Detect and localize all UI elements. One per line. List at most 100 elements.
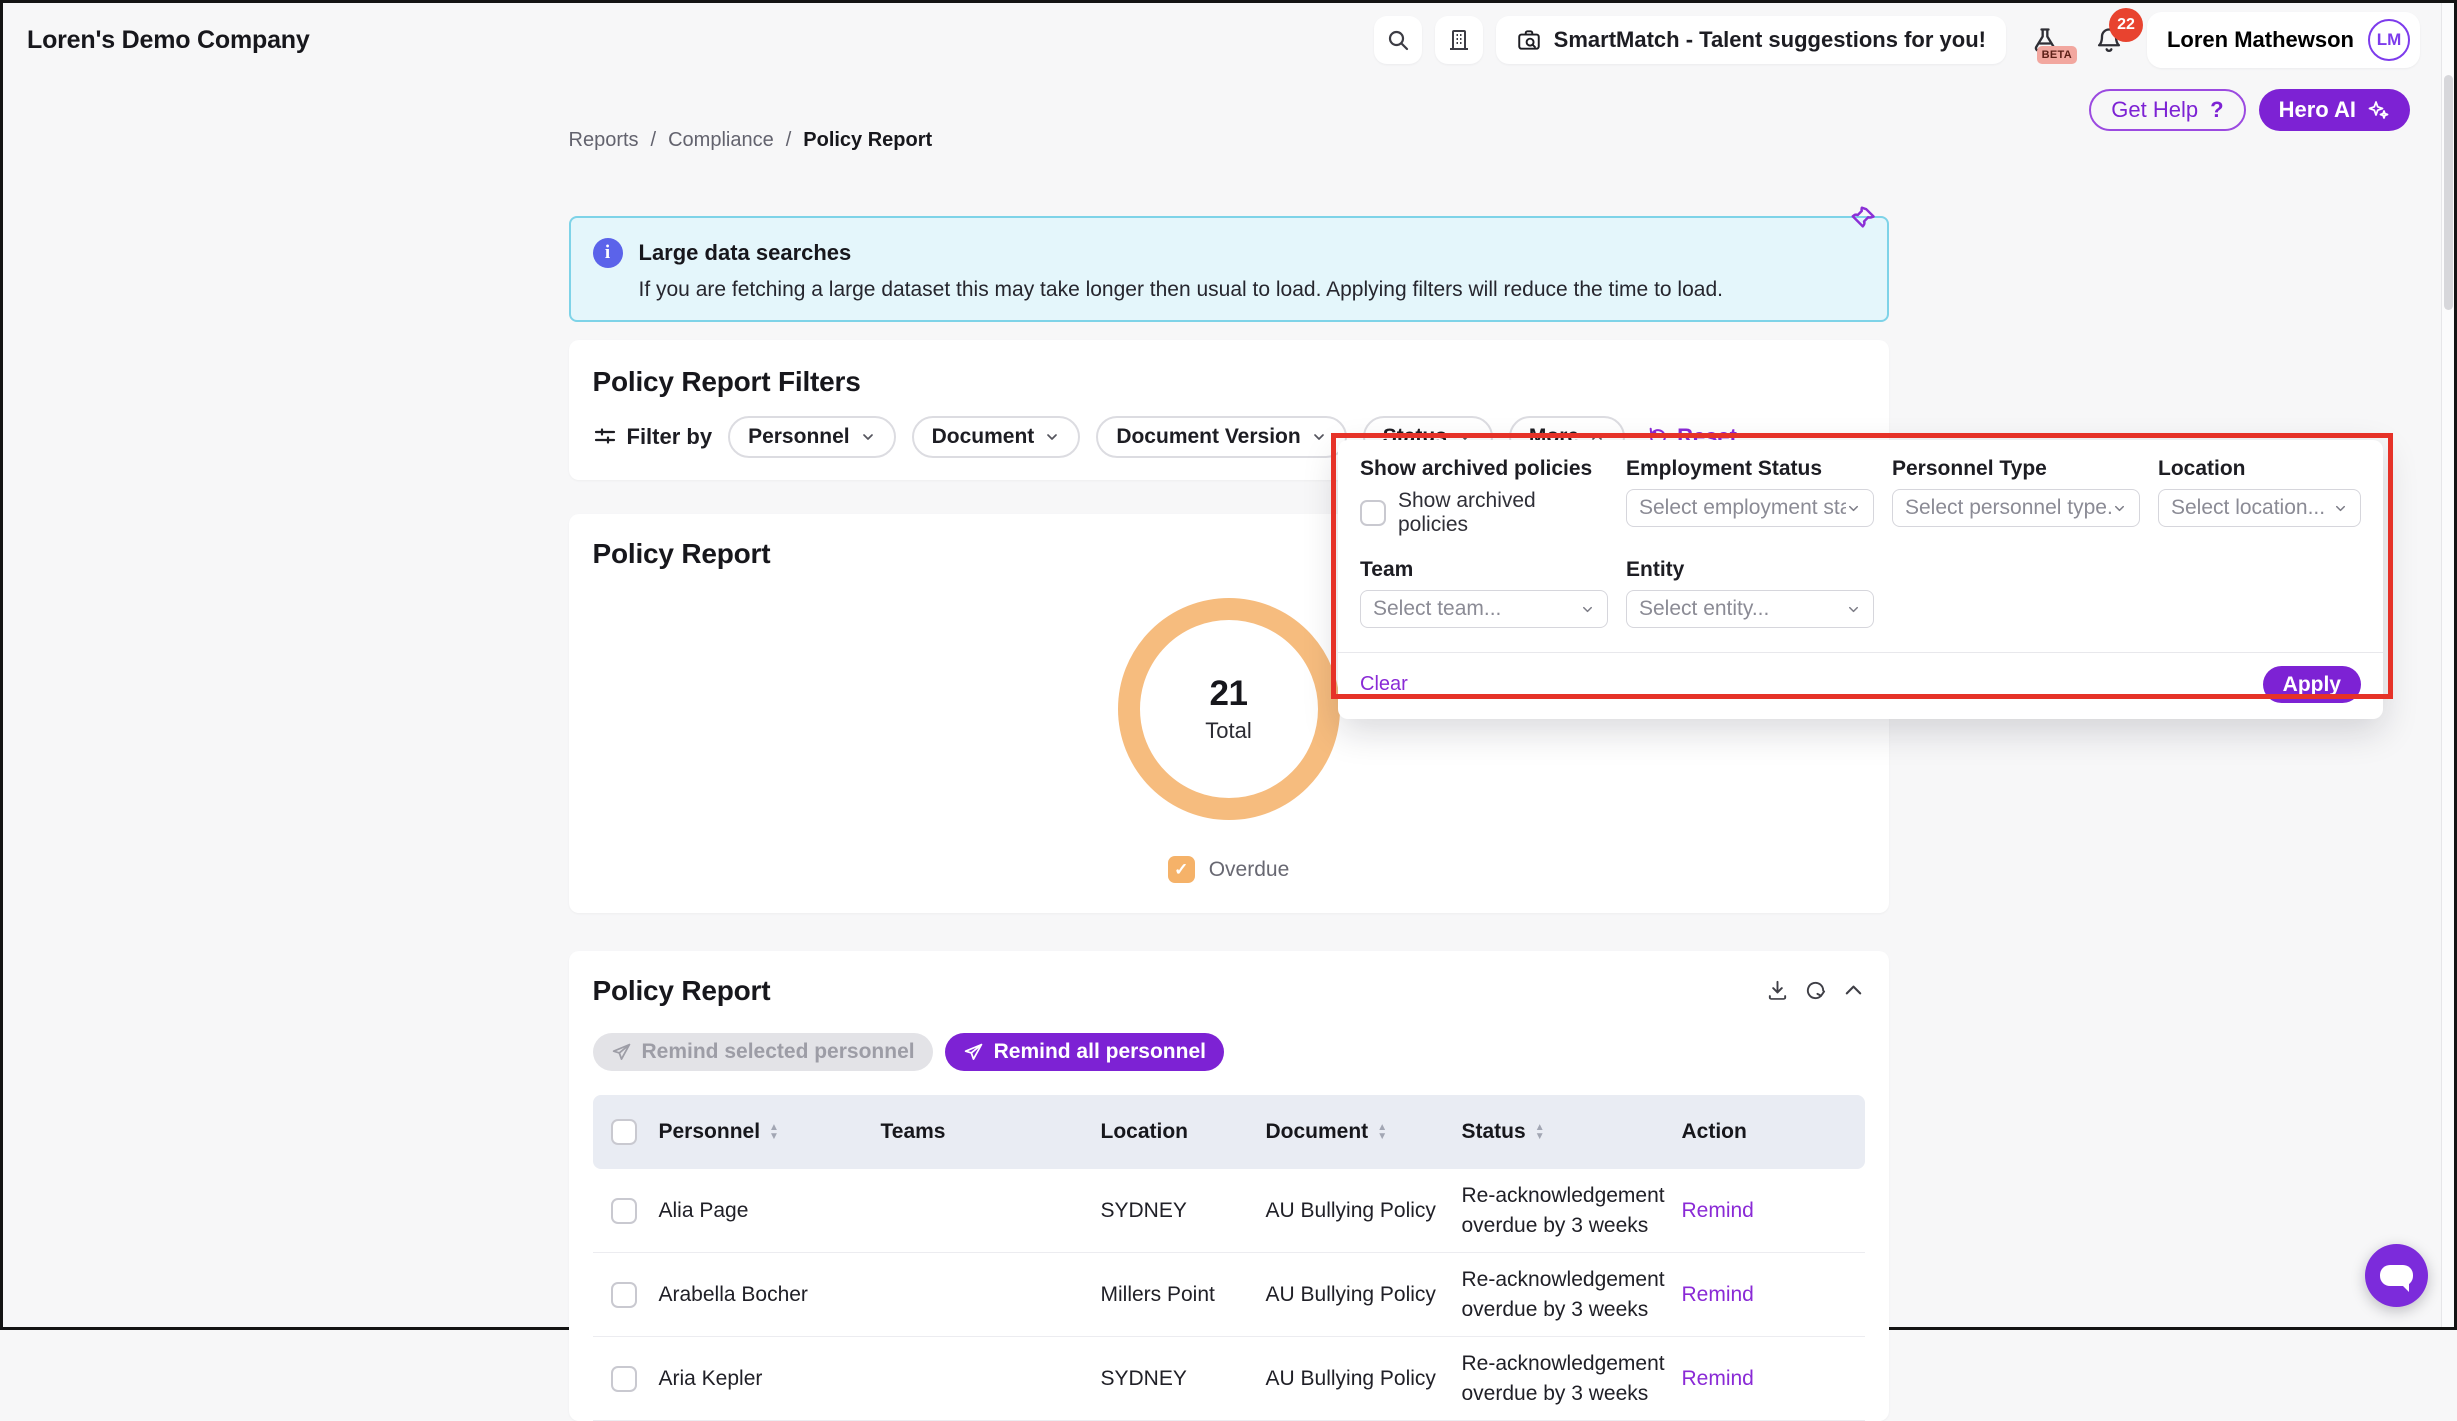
refresh-icon[interactable] [1804, 979, 1827, 1002]
remind-link[interactable]: Remind [1682, 1283, 1754, 1307]
breadcrumb-reports[interactable]: Reports [569, 129, 639, 152]
user-name: Loren Mathewson [2167, 27, 2354, 53]
column-header-location[interactable]: Location [1101, 1120, 1266, 1144]
remind-selected-personnel-button[interactable]: Remind selected personnel [593, 1033, 933, 1071]
apply-filters-button[interactable]: Apply [2263, 666, 2361, 703]
legend-overdue-checkbox[interactable]: ✓ [1168, 856, 1195, 883]
donut-ring[interactable]: 21 Total [1118, 598, 1340, 820]
table-card-title: Policy Report [593, 975, 771, 1007]
chevron-down-icon [860, 429, 876, 445]
adjustments-icon [593, 425, 617, 449]
personnel-type-group: Personnel Type Select personnel type... [1892, 458, 2140, 537]
breadcrumb-separator: / [651, 129, 657, 152]
filter-document-button[interactable]: Document [912, 416, 1081, 458]
topbar: Loren's Demo Company SmartMatch - Talent… [3, 3, 2454, 77]
help-row: Get Help ? Hero AI [2089, 89, 2410, 131]
filter-personnel-button[interactable]: Personnel [728, 416, 896, 458]
show-archived-group: Show archived policies Show archived pol… [1360, 458, 1608, 537]
select-all-checkbox[interactable] [611, 1119, 637, 1145]
cell-personnel: Aria Kepler [659, 1367, 881, 1391]
send-icon [611, 1042, 632, 1063]
building-icon [1447, 28, 1471, 52]
company-switcher-button[interactable] [1435, 16, 1483, 64]
sort-icon: ▲▼ [1535, 1123, 1545, 1141]
team-group: Team Select team... [1360, 559, 1608, 628]
row-checkbox[interactable] [611, 1366, 637, 1392]
panel-divider [1338, 652, 2383, 653]
column-header-teams[interactable]: Teams [881, 1120, 1101, 1144]
cell-status: Re-acknowledgement overdue by 3 weeks [1462, 1349, 1682, 1408]
legend-overdue-label: Overdue [1209, 858, 1290, 882]
cell-document: AU Bullying Policy [1266, 1199, 1462, 1223]
smartmatch-label: SmartMatch - Talent suggestions for you! [1554, 27, 1986, 53]
cell-personnel: Arabella Bocher [659, 1283, 881, 1307]
smartmatch-briefcase-search-icon [1516, 27, 1542, 53]
search-button[interactable] [1374, 16, 1422, 64]
employment-status-select[interactable]: Select employment statu [1626, 489, 1874, 527]
cell-location: SYDNEY [1101, 1199, 1266, 1223]
table-row: Arabella Bocher Millers Point AU Bullyin… [593, 1253, 1865, 1337]
info-banner: i Large data searches If you are fetchin… [569, 216, 1889, 322]
remind-all-personnel-button[interactable]: Remind all personnel [945, 1033, 1224, 1071]
smartmatch-button[interactable]: SmartMatch - Talent suggestions for you! [1496, 16, 2006, 64]
donut-total-value: 21 [1210, 674, 1248, 714]
column-header-document[interactable]: Document ▲▼ [1266, 1120, 1462, 1144]
get-help-label: Get Help [2111, 97, 2198, 123]
entity-group: Entity Select entity... [1626, 559, 1874, 628]
remind-link[interactable]: Remind [1682, 1367, 1754, 1391]
breadcrumb: Reports / Compliance / Policy Report [569, 129, 1889, 152]
get-help-button[interactable]: Get Help ? [2089, 89, 2245, 131]
cell-status: Re-acknowledgement overdue by 3 weeks [1462, 1181, 1682, 1240]
beta-badge: BETA [2037, 46, 2077, 64]
chevron-down-icon [1846, 602, 1861, 617]
policy-report-table-card: Policy Report Remind selected personnel [569, 951, 1889, 1421]
main-content: Reports / Compliance / Policy Report i L… [569, 129, 1889, 1421]
cell-personnel: Alia Page [659, 1199, 881, 1223]
scrollbar-thumb[interactable] [2444, 75, 2453, 310]
beta-lab-button[interactable]: BETA [2019, 16, 2071, 64]
employment-status-label: Employment Status [1626, 458, 1874, 480]
table-header-row: Personnel ▲▼ Teams Location Document ▲▼ … [593, 1095, 1865, 1169]
show-archived-checkbox-label: Show archived policies [1398, 489, 1608, 537]
location-group: Location Select location... [2158, 458, 2361, 537]
breadcrumb-separator: / [786, 129, 792, 152]
notifications-button[interactable]: 22 [2084, 16, 2134, 64]
team-select[interactable]: Select team... [1360, 590, 1608, 628]
table-tools [1766, 979, 1865, 1002]
clear-filters-link[interactable]: Clear [1360, 673, 1408, 696]
column-header-status[interactable]: Status ▲▼ [1462, 1120, 1682, 1144]
breadcrumb-compliance[interactable]: Compliance [668, 129, 774, 152]
personnel-type-select[interactable]: Select personnel type... [1892, 489, 2140, 527]
entity-select[interactable]: Select entity... [1626, 590, 1874, 628]
chat-widget-button[interactable] [2365, 1244, 2428, 1307]
user-menu-button[interactable]: Loren Mathewson LM [2147, 12, 2420, 68]
hero-ai-button[interactable]: Hero AI [2259, 89, 2410, 131]
chart-legend: ✓ Overdue [1168, 856, 1290, 883]
cell-location: Millers Point [1101, 1283, 1266, 1307]
download-icon[interactable] [1766, 979, 1789, 1002]
table-row: Alia Page SYDNEY AU Bullying Policy Re-a… [593, 1169, 1865, 1253]
row-checkbox[interactable] [611, 1282, 637, 1308]
location-label: Location [2158, 458, 2361, 480]
entity-label: Entity [1626, 559, 1874, 581]
row-checkbox[interactable] [611, 1198, 637, 1224]
topbar-actions: SmartMatch - Talent suggestions for you!… [1374, 12, 2420, 68]
team-label: Team [1360, 559, 1608, 581]
company-title: Loren's Demo Company [27, 26, 310, 55]
scrollbar-track[interactable] [2441, 3, 2454, 1327]
chevron-down-icon [2333, 501, 2348, 516]
more-filters-panel: Show archived policies Show archived pol… [1338, 440, 2383, 719]
column-header-personnel[interactable]: Personnel ▲▼ [659, 1120, 881, 1144]
location-select[interactable]: Select location... [2158, 489, 2361, 527]
remind-link[interactable]: Remind [1682, 1199, 1754, 1223]
avatar: LM [2368, 19, 2410, 61]
filter-document-version-button[interactable]: Document Version [1096, 416, 1346, 458]
notification-count-badge: 22 [2109, 8, 2143, 42]
pin-icon[interactable] [1847, 205, 1879, 237]
cell-document: AU Bullying Policy [1266, 1283, 1462, 1307]
sparkles-icon [2366, 98, 2390, 122]
filter-by-label: Filter by [593, 424, 713, 450]
show-archived-checkbox[interactable] [1360, 500, 1386, 526]
employment-status-group: Employment Status Select employment stat… [1626, 458, 1874, 537]
collapse-icon[interactable] [1842, 979, 1865, 1002]
